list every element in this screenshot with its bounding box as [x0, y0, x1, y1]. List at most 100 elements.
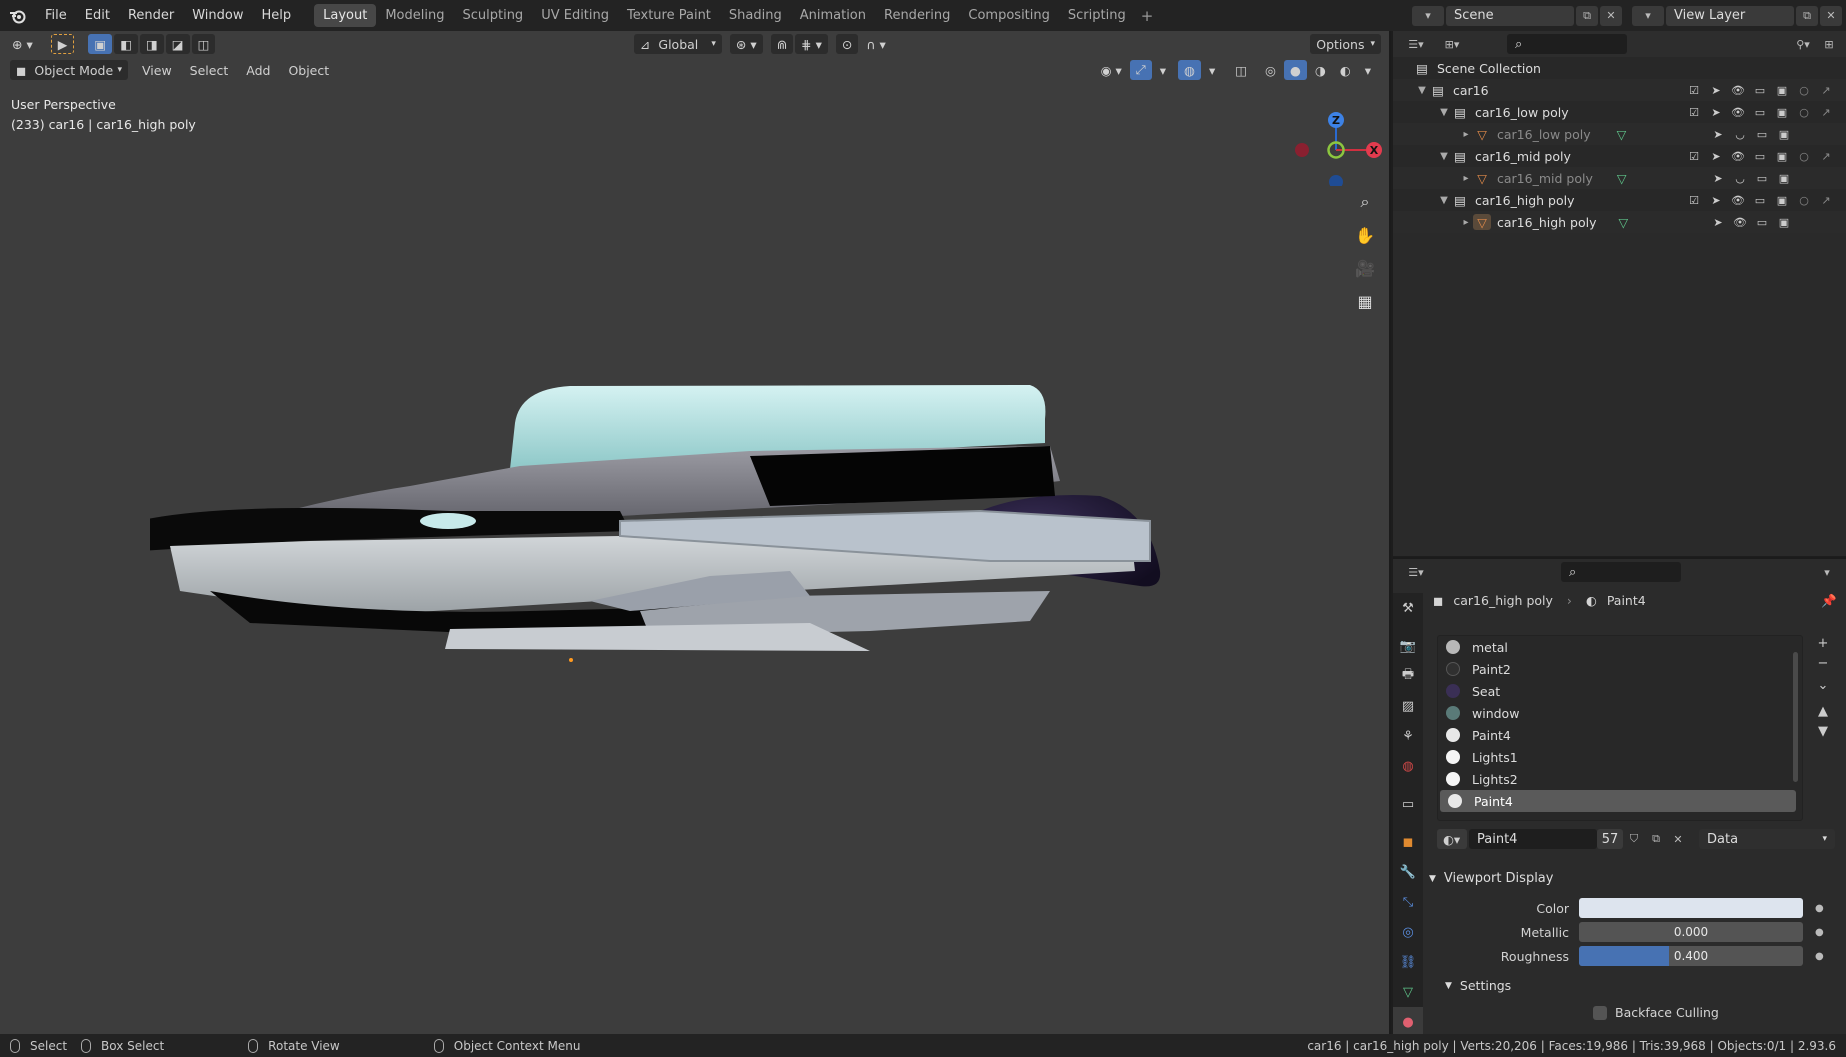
select-arrow-icon[interactable]: ➤ — [1708, 193, 1724, 207]
camera-icon[interactable]: ▣ — [1774, 149, 1790, 163]
eye-closed-icon[interactable]: ◡ — [1732, 171, 1748, 185]
color-swatch[interactable] — [1579, 898, 1803, 918]
xray-icon[interactable]: ◫ — [1229, 60, 1253, 80]
render-tab-icon[interactable]: 📷 — [1393, 631, 1423, 661]
rendered-shading-icon[interactable]: ◐ — [1334, 60, 1357, 80]
material-slot[interactable]: window — [1438, 702, 1802, 724]
filter-icon[interactable]: ⚲▾ — [1788, 34, 1818, 54]
new-scene-icon[interactable]: ⧉ — [1576, 5, 1598, 26]
camera-icon[interactable]: ▣ — [1774, 105, 1790, 119]
camera-icon[interactable]: ▣ — [1776, 171, 1792, 185]
camera-view-icon[interactable]: 🎥 — [1350, 253, 1380, 283]
expand-arrow-icon[interactable]: ▼ — [1437, 151, 1451, 162]
menu-help[interactable]: Help — [253, 8, 301, 23]
tab-scripting[interactable]: Scripting — [1059, 4, 1135, 27]
view-layer-browse-icon[interactable]: ▾ — [1632, 5, 1664, 26]
properties-editor-type-icon[interactable]: ☰▾ — [1401, 562, 1431, 582]
expand-arrow-icon[interactable]: ▼ — [1437, 107, 1451, 118]
snap-icon[interactable]: ⋒ — [770, 34, 794, 54]
constraints-tab-icon[interactable]: ⛓ — [1393, 947, 1423, 977]
particles-tab-icon[interactable]: ⤡ — [1393, 887, 1423, 917]
gizmos-icon[interactable]: ⤢ — [1129, 60, 1152, 80]
solid-shading-icon[interactable]: ● — [1283, 60, 1307, 80]
camera-icon[interactable]: ▣ — [1776, 215, 1792, 229]
keyframe-dot-icon[interactable]: ● — [1815, 927, 1824, 938]
select-arrow-icon[interactable]: ➤ — [1710, 171, 1726, 185]
expand-arrow-icon[interactable]: ▸ — [1459, 173, 1473, 184]
new-collection-icon[interactable]: ⊞ — [1818, 34, 1840, 54]
metallic-slider[interactable]: 0.000 — [1579, 922, 1803, 942]
select-mode-difference-icon[interactable]: ◪ — [165, 34, 190, 54]
outliner-row-mid-poly-object[interactable]: ▸ ▽ car16_mid poly ▽ ➤ ◡ ▭ ▣ — [1393, 167, 1846, 189]
modifier-tab-icon[interactable]: 🔧 — [1393, 857, 1423, 887]
mesh-data-icon[interactable]: ▽ — [1617, 127, 1627, 142]
world-tab-icon[interactable]: ◍ — [1393, 751, 1423, 781]
physics-tab-icon[interactable]: ◎ — [1393, 917, 1423, 947]
menu-edit[interactable]: Edit — [76, 8, 119, 23]
eye-icon[interactable]: 👁 — [1730, 149, 1746, 163]
material-slot[interactable]: Lights2 — [1438, 768, 1802, 790]
slot-specials-icon[interactable]: ⌄ — [1812, 675, 1834, 695]
menu-view[interactable]: View — [136, 60, 178, 80]
proportional-edit-icon[interactable]: ⊙ — [835, 34, 859, 54]
select-arrow-icon[interactable]: ➤ — [1710, 127, 1726, 141]
monitor-icon[interactable]: ▭ — [1752, 105, 1768, 119]
keyframe-dot-icon[interactable]: ● — [1815, 903, 1824, 914]
remove-slot-icon[interactable]: − — [1812, 653, 1834, 673]
mesh-data-icon[interactable]: ▽ — [1617, 171, 1627, 186]
material-slot[interactable]: metal — [1438, 636, 1802, 658]
monitor-icon[interactable]: ▭ — [1754, 171, 1770, 185]
checkbox-icon[interactable]: ☑ — [1686, 149, 1702, 163]
outliner-search-input[interactable]: ⌕ — [1507, 34, 1627, 54]
blender-logo-icon[interactable] — [8, 6, 28, 26]
view-layer-field[interactable]: View Layer — [1666, 5, 1794, 26]
display-mode-icon[interactable]: ⊞▾ — [1437, 34, 1467, 54]
camera-icon[interactable]: ▣ — [1776, 127, 1792, 141]
add-slot-icon[interactable]: + — [1812, 633, 1834, 653]
backface-culling-checkbox[interactable] — [1593, 1005, 1607, 1020]
outliner-row-low-poly-collection[interactable]: ▼ ▤ car16_low poly ☑ ➤ 👁 ▭ ▣ ○ ↗ — [1393, 101, 1846, 123]
tab-uv-editing[interactable]: UV Editing — [532, 4, 618, 27]
expand-arrow-icon[interactable]: ▸ — [1459, 217, 1473, 228]
tool-tab-icon[interactable]: ⚒ — [1393, 593, 1423, 623]
eye-closed-icon[interactable]: ◡ — [1732, 127, 1748, 141]
material-slot[interactable]: Lights1 — [1438, 746, 1802, 768]
tab-shading[interactable]: Shading — [720, 4, 791, 27]
wireframe-shading-icon[interactable]: ◎ — [1259, 60, 1282, 80]
camera-icon[interactable]: ▣ — [1774, 83, 1790, 97]
transform-orientation-dropdown[interactable]: ⊿ Global ▾ — [633, 34, 722, 54]
mesh-data-icon[interactable]: ▽ — [1619, 215, 1629, 230]
unlink-material-icon[interactable]: ✕ — [1667, 829, 1689, 849]
outliner-editor-type-icon[interactable]: ☰▾ — [1401, 34, 1431, 54]
tab-modeling[interactable]: Modeling — [376, 4, 453, 27]
properties-search-input[interactable]: ⌕ — [1561, 562, 1681, 582]
indirect-only-icon[interactable]: ↗ — [1818, 193, 1834, 207]
outliner-row-scene-collection[interactable]: ▤ Scene Collection — [1393, 57, 1846, 79]
outliner-row-high-poly-object[interactable]: ▸ ▽ car16_high poly ▽ ➤ 👁 ▭ ▣ — [1393, 211, 1846, 233]
falloff-icon[interactable]: ∩ ▾ — [860, 34, 891, 54]
indirect-only-icon[interactable]: ↗ — [1818, 149, 1834, 163]
holdout-icon[interactable]: ○ — [1796, 149, 1812, 163]
fake-user-shield-icon[interactable]: ⛉ — [1623, 829, 1645, 849]
menu-file[interactable]: File — [36, 8, 76, 23]
view-layer-tab-icon[interactable]: ▨ — [1393, 691, 1423, 721]
menu-window[interactable]: Window — [183, 8, 252, 23]
material-slot[interactable]: Paint2 — [1438, 658, 1802, 680]
delete-scene-icon[interactable]: ✕ — [1600, 5, 1622, 26]
tab-compositing[interactable]: Compositing — [959, 4, 1059, 27]
material-slot[interactable]: Paint4 — [1438, 724, 1802, 746]
editor-type-icon[interactable]: ⊕ ▾ — [6, 34, 39, 54]
material-name-field[interactable]: Paint4 — [1469, 829, 1597, 849]
collection-tab-icon[interactable]: ▭ — [1393, 789, 1423, 819]
navigation-gizmo[interactable]: Z X — [1294, 96, 1384, 189]
tab-texture-paint[interactable]: Texture Paint — [618, 4, 720, 27]
holdout-icon[interactable]: ○ — [1796, 193, 1812, 207]
tab-rendering[interactable]: Rendering — [875, 4, 959, 27]
chevron-down-icon[interactable]: ▾ — [1816, 562, 1838, 582]
new-view-layer-icon[interactable]: ⧉ — [1796, 5, 1818, 26]
eye-icon[interactable]: 👁 — [1730, 193, 1746, 207]
pivot-point-icon[interactable]: ⊛ ▾ — [729, 34, 763, 54]
menu-object[interactable]: Object — [282, 60, 335, 80]
expand-arrow-icon[interactable]: ▼ — [1437, 195, 1451, 206]
link-dropdown[interactable]: Data ▾ — [1699, 829, 1835, 849]
